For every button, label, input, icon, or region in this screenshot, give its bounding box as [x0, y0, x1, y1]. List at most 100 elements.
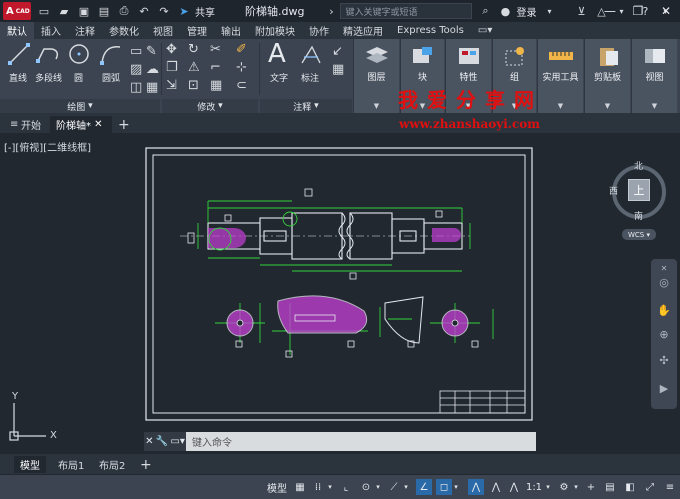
tab-featured-apps[interactable]: 精选应用 — [336, 22, 390, 39]
cart-icon[interactable]: ⊻ — [574, 4, 588, 18]
command-input[interactable]: 键入命令 — [192, 434, 232, 449]
customize-menu-icon[interactable]: ≡ — [662, 479, 678, 495]
dropdown-icon[interactable]: ▾ — [402, 479, 410, 495]
print-icon[interactable]: ⎙ — [117, 4, 131, 18]
annotation-scale-icon[interactable]: ⋀ — [468, 479, 484, 495]
erase-icon[interactable]: ✐ — [236, 43, 247, 56]
mirror-icon[interactable]: ⚠ — [188, 61, 200, 74]
fullscreen-icon[interactable]: ⤢ — [642, 479, 658, 495]
tab-model[interactable]: 模型 — [14, 456, 46, 473]
boundary-icon[interactable]: ◫ — [130, 81, 142, 94]
search-input[interactable]: 键入关键字或短语 — [340, 3, 473, 19]
dropdown-icon[interactable]: ▾ — [544, 479, 552, 495]
wcs-dropdown[interactable]: WCS ▾ — [622, 229, 656, 240]
table-small-icon[interactable]: ▦ — [332, 63, 344, 76]
snap-icon[interactable]: ⁞⁞ — [310, 479, 326, 495]
explode-icon[interactable]: ⊹ — [236, 61, 247, 74]
pencil-icon[interactable]: ✎ — [146, 45, 157, 58]
zoom-icon[interactable]: ⊕ — [657, 327, 671, 341]
add-layout-icon[interactable]: + — [134, 456, 158, 473]
text-icon[interactable]: A — [268, 41, 286, 67]
viewcube-south[interactable]: 南 — [634, 209, 643, 222]
tab-layout2[interactable]: 布局2 — [93, 456, 131, 473]
viewcube-north[interactable]: 北 — [634, 159, 643, 172]
copy-icon[interactable]: ❐ — [166, 61, 178, 74]
tab-insert[interactable]: 插入 — [34, 22, 68, 39]
tab-document[interactable]: 阶梯轴* ✕ — [50, 116, 112, 133]
scale-icon[interactable]: ⊡ — [188, 79, 199, 92]
new-file-icon[interactable]: ▭ — [37, 4, 51, 18]
minimize-button[interactable]: — — [596, 0, 624, 22]
open-folder-icon[interactable]: ▰ — [57, 4, 71, 18]
utilities-panel[interactable]: 实用工具 ▼ — [537, 39, 583, 113]
drawing-canvas[interactable]: [-][俯视][二维线框] Y X 上 北 南 西 WCS ▾ — [0, 133, 680, 453]
offset-icon[interactable]: ⊂ — [236, 79, 247, 92]
tab-layout1[interactable]: 布局1 — [52, 456, 90, 473]
tab-manage[interactable]: 管理 — [180, 22, 214, 39]
steering-wheel-icon[interactable]: ◎ — [657, 275, 671, 289]
polar-icon[interactable]: ⊙ — [358, 479, 374, 495]
dimension-icon[interactable] — [300, 43, 322, 65]
tab-collaborate[interactable]: 协作 — [302, 22, 336, 39]
model-space-toggle[interactable]: 模型 — [264, 479, 290, 495]
hardware-icon[interactable]: ▤ — [602, 479, 618, 495]
orbit-icon[interactable]: ✣ — [657, 353, 671, 367]
rectangle-icon[interactable]: ▭ — [130, 45, 142, 58]
dropdown-icon[interactable]: ▾ — [542, 4, 556, 18]
add-tab-icon[interactable]: + — [112, 116, 136, 133]
isodraft-icon[interactable]: ⟋ — [386, 479, 402, 495]
object-snap-tracking-icon[interactable]: ∠ — [416, 479, 432, 495]
viewcube-top-face[interactable]: 上 — [628, 179, 650, 201]
polyline-icon[interactable] — [36, 43, 62, 65]
stretch-icon[interactable]: ⇲ — [166, 79, 177, 92]
tab-parametric[interactable]: 参数化 — [102, 22, 146, 39]
annotation-panel-title[interactable]: 注释 ▾ — [260, 99, 352, 113]
tab-addins[interactable]: 附加模块 — [248, 22, 302, 39]
object-snap-icon[interactable]: ◻ — [436, 479, 452, 495]
line-icon[interactable] — [8, 43, 30, 65]
cloud-icon[interactable]: ☁ — [146, 63, 159, 76]
add-icon[interactable]: + — [584, 479, 598, 495]
annotation-scale-value[interactable]: 1:1 — [524, 479, 544, 495]
clipboard-panel[interactable]: 剪贴板 ▼ — [584, 39, 630, 113]
dropdown-icon[interactable]: ▾ — [326, 479, 334, 495]
share-button[interactable]: 共享 — [195, 4, 215, 19]
workspace-gear-icon[interactable]: ⚙ — [556, 479, 572, 495]
rotate-icon[interactable]: ↻ — [188, 43, 199, 56]
grid-icon[interactable]: ▦ — [292, 479, 308, 495]
arc-icon[interactable] — [100, 43, 122, 65]
table-icon[interactable]: ▦ — [146, 81, 158, 94]
dropdown-icon[interactable]: ▾ — [452, 479, 460, 495]
isolate-icon[interactable]: ◧ — [622, 479, 638, 495]
circle-icon[interactable] — [68, 43, 90, 65]
maximize-button[interactable]: ❐ — [624, 0, 652, 22]
close-icon[interactable]: ✕ — [657, 261, 671, 275]
tab-view[interactable]: 视图 — [146, 22, 180, 39]
tab-start[interactable]: 开始 — [15, 116, 47, 133]
modify-panel-title[interactable]: 修改 ▾ — [162, 99, 258, 113]
showmotion-icon[interactable]: ▶ — [657, 381, 671, 395]
fillet-icon[interactable]: ⌐ — [210, 61, 221, 74]
leader-icon[interactable]: ↙ — [332, 45, 343, 58]
ribbon-options-icon[interactable]: ▭▾ — [471, 22, 499, 39]
dropdown-icon[interactable]: ▾ — [374, 479, 382, 495]
share-icon[interactable]: ➤ — [177, 4, 191, 18]
close-command-icon[interactable]: ✕ — [145, 436, 153, 447]
infer-icon[interactable]: ⌞ — [338, 479, 354, 495]
hatch-icon[interactable]: ▨ — [130, 63, 142, 76]
recent-commands-icon[interactable]: ▭▾ — [170, 436, 184, 447]
save-as-icon[interactable]: ▤ — [97, 4, 111, 18]
array-icon[interactable]: ▦ — [210, 79, 222, 92]
customize-icon[interactable]: 🔧 — [156, 436, 168, 447]
tab-default[interactable]: 默认 — [0, 22, 34, 39]
autoscale-icon[interactable]: ⋀ — [506, 479, 522, 495]
move-icon[interactable]: ✥ — [166, 43, 177, 56]
tab-express-tools[interactable]: Express Tools — [390, 22, 471, 39]
app-logo[interactable]: A CAD — [3, 2, 31, 20]
undo-icon[interactable]: ↶ — [137, 4, 151, 18]
trim-icon[interactable]: ✂ — [210, 43, 221, 56]
annotation-visibility-icon[interactable]: ⋀ — [488, 479, 504, 495]
tab-output[interactable]: 输出 — [214, 22, 248, 39]
view-panel[interactable]: 视图 ▼ — [631, 39, 677, 113]
pan-icon[interactable]: ✋ — [657, 303, 671, 317]
